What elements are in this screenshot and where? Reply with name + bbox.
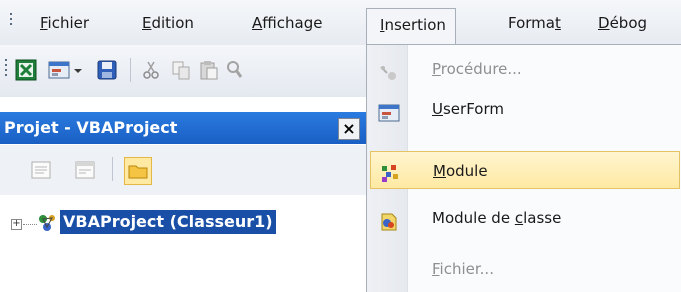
mnemonic-char: c <box>514 209 524 227</box>
menu-insertion[interactable]: Insertion <box>366 8 456 46</box>
excel-icon[interactable] <box>15 59 37 81</box>
menu-item-userform[interactable]: UserForm <box>369 90 680 128</box>
project-explorer-title: Projet - VBAProject <box>4 118 178 137</box>
userform-icon <box>378 99 400 122</box>
mnemonic-char: U <box>432 100 443 118</box>
menu-bar: Fichier Edition Affichage Insertion Form… <box>0 0 681 46</box>
menubar-grip-icon[interactable] <box>10 13 13 28</box>
mnemonic-char: A <box>252 14 263 32</box>
mnemonic-char: M <box>433 162 446 180</box>
menu-item-fichier[interactable]: Fichier... <box>369 250 680 288</box>
toolbar-grip-icon[interactable] <box>5 59 8 79</box>
close-icon[interactable]: × <box>338 118 360 140</box>
cut-icon[interactable] <box>140 59 162 81</box>
menu-format[interactable]: Format <box>502 11 567 35</box>
menu-fichier[interactable]: Fichier <box>34 11 95 35</box>
tree-item-label: VBAProject (Classeur1) <box>60 210 276 234</box>
view-object-icon[interactable] <box>74 159 96 181</box>
mnemonic-char: t <box>554 14 561 32</box>
copy-icon[interactable] <box>170 59 192 81</box>
menu-edition[interactable]: Edition <box>136 11 200 35</box>
mnemonic-char: F <box>432 260 440 278</box>
module-icon <box>379 160 401 182</box>
save-icon[interactable] <box>96 59 118 81</box>
menu-item-procedure[interactable]: Procédure... <box>369 50 680 88</box>
paste-icon[interactable] <box>198 59 220 81</box>
toolbar-separator <box>112 157 113 181</box>
vbaproject-icon <box>37 213 59 233</box>
menu-item-class-module[interactable]: Module de classe <box>369 199 680 237</box>
procedure-icon <box>378 59 400 80</box>
toolbar-separator <box>130 58 131 82</box>
expand-icon[interactable]: + <box>11 219 22 230</box>
view-code-icon[interactable] <box>30 159 52 181</box>
project-explorer-header: Projet - VBAProject × <box>0 112 366 144</box>
insertion-menu: Procédure... UserForm Module Module de c… <box>366 44 681 292</box>
toggle-folders-icon[interactable] <box>124 157 152 185</box>
mnemonic-char: I <box>380 16 385 34</box>
mnemonic-char: F <box>40 14 48 32</box>
mnemonic-char: E <box>142 14 152 32</box>
menu-debogage[interactable]: Débog <box>592 11 653 35</box>
project-tree: + VBAProject (Classeur1) <box>0 195 366 291</box>
standard-toolbar <box>0 45 366 97</box>
tree-connector <box>23 224 37 225</box>
userform-insert-icon[interactable] <box>48 59 70 81</box>
dropdown-arrow-icon[interactable] <box>72 59 84 81</box>
class-module-icon <box>378 208 400 231</box>
mnemonic-char: D <box>598 14 610 32</box>
project-explorer-toolbar <box>0 145 366 195</box>
menu-item-module[interactable]: Module <box>370 151 680 189</box>
mnemonic-char: P <box>432 60 441 78</box>
find-icon[interactable] <box>225 59 247 81</box>
menu-affichage[interactable]: Affichage <box>246 11 328 35</box>
